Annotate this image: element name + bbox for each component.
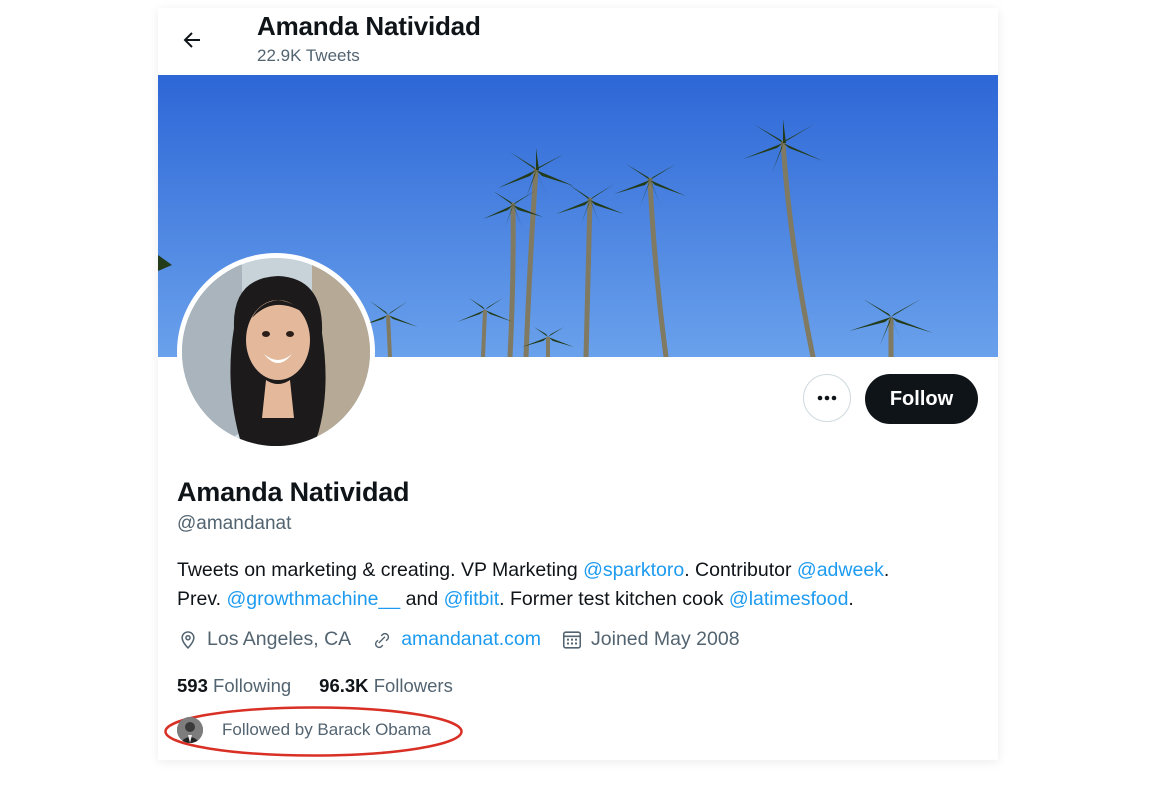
mention-latimesfood[interactable]: @latimesfood <box>729 588 849 610</box>
follow-stats: 593 Following 96.3K Followers <box>177 675 481 697</box>
calendar-icon <box>563 630 582 649</box>
following-count: 593 <box>177 675 208 696</box>
location-text: Los Angeles, CA <box>207 628 352 650</box>
followers-count: 96.3K <box>319 675 369 696</box>
bio-text: and <box>400 588 444 610</box>
location-item: Los Angeles, CA <box>177 628 351 651</box>
mention-adweek[interactable]: @adweek <box>797 559 884 581</box>
profile-display-name: Amanda Natividad <box>177 477 410 507</box>
avatar-photo <box>182 258 370 446</box>
mention-fitbit[interactable]: @fitbit <box>444 588 500 610</box>
mention-sparktoro[interactable]: @sparktoro <box>583 559 684 581</box>
link-icon <box>375 632 390 648</box>
back-arrow-icon <box>183 32 200 48</box>
website-link[interactable]: amandanat.com <box>401 628 541 651</box>
following-label: Following <box>213 675 292 696</box>
bio-text: . Contributor <box>684 559 797 581</box>
bio-text: . <box>883 559 890 581</box>
bio-text: . <box>848 588 854 610</box>
bio-text: Tweets on marketing & creating. VP Marke… <box>177 559 584 581</box>
bio-text: . Former test kitchen cook <box>499 588 729 610</box>
website-item[interactable]: amandanat.com <box>371 628 541 651</box>
following-stat[interactable]: 593 Following <box>177 675 291 697</box>
more-options-button[interactable] <box>803 374 851 422</box>
profile-card: Amanda Natividad 22.9K Tweets Follow Ama… <box>158 8 998 760</box>
profile-meta: Los Angeles, CA amandanat.com Joined May… <box>177 628 760 651</box>
profile-bio: Tweets on marketing & creating. VP Marke… <box>177 556 977 614</box>
profile-header: Amanda Natividad 22.9K Tweets <box>158 8 998 75</box>
joined-text: Joined May 2008 <box>591 628 740 650</box>
followers-label: Followers <box>373 675 453 696</box>
header-tweet-count: 22.9K Tweets <box>257 46 360 65</box>
header-display-name: Amanda Natividad <box>257 11 481 41</box>
profile-handle: @amandanat <box>177 513 292 534</box>
more-dots-icon <box>817 395 837 401</box>
followed-by-row[interactable]: Followed by Barack Obama <box>177 717 431 743</box>
profile-avatar[interactable] <box>177 253 375 451</box>
follow-button[interactable]: Follow <box>865 374 978 424</box>
back-button[interactable] <box>174 22 210 58</box>
location-pin-icon <box>181 630 195 649</box>
follower-avatar <box>177 717 203 743</box>
joined-item: Joined May 2008 <box>561 628 740 651</box>
followed-by-text: Followed by Barack Obama <box>222 720 431 739</box>
mention-growthmachine[interactable]: @growthmachine__ <box>226 588 400 610</box>
bio-text: Prev. <box>177 588 227 610</box>
followers-stat[interactable]: 96.3K Followers <box>319 675 453 697</box>
